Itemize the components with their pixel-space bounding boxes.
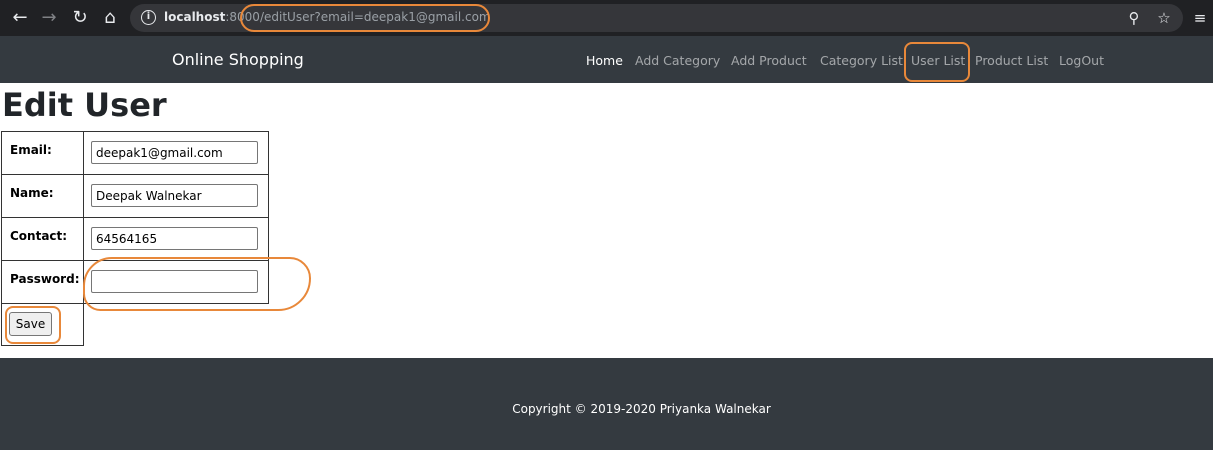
zoom-icon[interactable]: ⚲ xyxy=(1124,8,1144,28)
password-label: Password: xyxy=(1,260,84,304)
form-row-name: Name: xyxy=(1,174,269,218)
nav-add-category[interactable]: Add Category xyxy=(635,53,720,68)
form-row-email: Email: xyxy=(1,131,269,175)
nav-category-list[interactable]: Category List xyxy=(820,53,903,68)
media-control-icon[interactable]: ≡ xyxy=(1190,8,1210,28)
contact-label: Contact: xyxy=(1,217,84,261)
forward-arrow-icon[interactable]: → xyxy=(38,7,60,29)
name-input[interactable] xyxy=(91,184,258,207)
nav-home[interactable]: Home xyxy=(586,53,623,68)
site-info-icon[interactable]: i xyxy=(141,10,156,25)
footer-copyright: Copyright © 2019-2020 Priyanka Walnekar xyxy=(512,402,771,416)
password-highlight-annotation xyxy=(83,257,311,311)
nav-add-product[interactable]: Add Product xyxy=(731,53,807,68)
save-highlight-annotation xyxy=(5,306,61,344)
user-list-highlight-annotation xyxy=(904,42,970,82)
name-label: Name: xyxy=(1,174,84,218)
brand-link[interactable]: Online Shopping xyxy=(172,50,304,69)
nav-logout[interactable]: LogOut xyxy=(1059,53,1104,68)
home-icon[interactable]: ⌂ xyxy=(99,7,121,29)
email-input[interactable] xyxy=(91,141,258,164)
page-title: Edit User xyxy=(2,86,167,124)
nav-product-list[interactable]: Product List xyxy=(975,53,1048,68)
form-row-contact: Contact: xyxy=(1,217,269,261)
url-highlight-annotation xyxy=(240,4,490,32)
contact-input[interactable] xyxy=(91,227,258,250)
back-arrow-icon[interactable]: ← xyxy=(9,7,31,29)
email-label: Email: xyxy=(1,131,84,175)
bookmark-star-icon[interactable]: ☆ xyxy=(1154,8,1174,28)
url-host: localhost xyxy=(164,10,226,24)
reload-icon[interactable]: ↻ xyxy=(69,7,91,29)
